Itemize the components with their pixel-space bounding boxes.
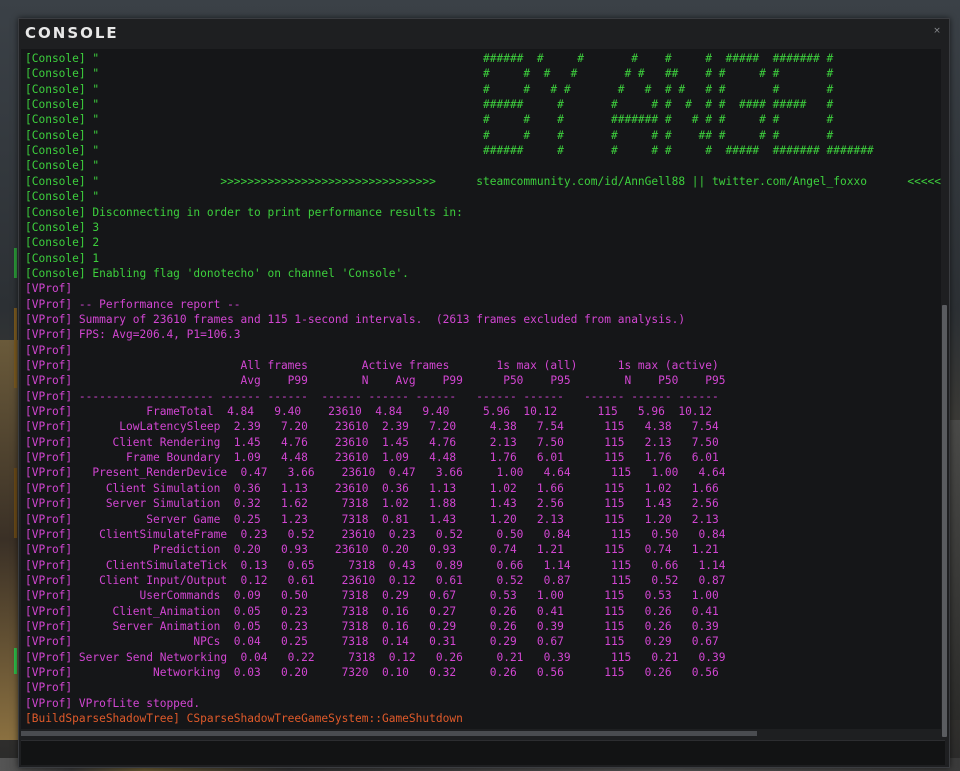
console-line: [Console] " ###### # # # # # # # #### ##… xyxy=(25,98,834,112)
console-line: [Console] " xyxy=(25,159,100,173)
console-line: [Console] 1 xyxy=(25,251,100,265)
horizontal-scrollbar[interactable] xyxy=(21,731,757,736)
console-line: [VProf] Client Input/Output 0.12 0.61 23… xyxy=(25,573,726,587)
console-line: [VProf] xyxy=(25,681,73,695)
console-line: [VProf] -------------------- ------ ----… xyxy=(25,389,719,403)
console-line: [Console] " ###### # # # # # ##### #####… xyxy=(25,52,834,65)
console-line: [VProf] Client Rendering 1.45 4.76 23610… xyxy=(25,435,719,449)
console-line: [VProf] FrameTotal 4.84 9.40 23610 4.84 … xyxy=(25,405,713,419)
console-line: [VProf] Server Animation 0.05 0.23 7318 … xyxy=(25,619,719,633)
console-line: [VProf] Summary of 23610 frames and 115 … xyxy=(25,312,686,326)
console-line: [Console] " >>>>>>>>>>>>>>>>>>>>>>>>>>>>… xyxy=(25,174,941,188)
console-title: CONSOLE xyxy=(25,24,119,42)
console-line: [Console] Enabling flag 'donotecho' on c… xyxy=(25,266,409,280)
console-line: [Console] 3 xyxy=(25,220,100,234)
vertical-scrollbar[interactable] xyxy=(942,305,947,737)
background-edge-marks xyxy=(14,248,17,688)
close-icon[interactable]: × xyxy=(931,25,943,37)
command-input-row xyxy=(21,740,945,765)
console-line: [VProf] Networking 0.03 0.20 7320 0.10 0… xyxy=(25,666,719,679)
console-line: [Console] " # # # # # # ## # # # # # xyxy=(25,67,834,81)
console-line: [Console] " # # # # # # # # # # # # xyxy=(25,82,834,96)
console-titlebar[interactable]: CONSOLE × xyxy=(19,19,949,47)
console-line: [BuildSparseShadowTree] CSparseShadowTre… xyxy=(25,712,463,726)
console-line: [VProf] Prediction 0.20 0.93 23610 0.20 … xyxy=(25,543,719,557)
console-line: [VProf] xyxy=(25,343,73,357)
console-line: [VProf] Server Game 0.25 1.23 7318 0.81 … xyxy=(25,512,719,526)
console-line: [Console] " ###### # # # # # ##### #####… xyxy=(25,144,874,158)
console-line: [VProf] ClientSimulateTick 0.13 0.65 731… xyxy=(25,558,726,572)
console-line: [VProf] xyxy=(25,282,73,296)
console-output[interactable]: [Console] " ###### # # # # # ##### #####… xyxy=(21,49,941,729)
console-line: [VProf] FPS: Avg=206.4, P1=106.3 xyxy=(25,328,241,342)
console-line: [VProf] NPCs 0.04 0.25 7318 0.14 0.31 0.… xyxy=(25,635,719,649)
command-input[interactable] xyxy=(21,741,945,765)
console-line: [VProf] Present_RenderDevice 0.47 3.66 2… xyxy=(25,466,726,480)
console-line: [Console] " # # # ####### # # # # # # # xyxy=(25,113,834,127)
console-line: [VProf] Frame Boundary 1.09 4.48 23610 1… xyxy=(25,451,719,465)
console-line: [Console] " xyxy=(25,190,100,204)
console-line: [Console] 2 xyxy=(25,236,100,250)
console-line: [VProf] Avg P99 N Avg P99 P50 P95 N P50 … xyxy=(25,374,726,388)
console-line: [VProf] Client_Animation 0.05 0.23 7318 … xyxy=(25,604,719,618)
console-line: [VProf] VProfLite stopped. xyxy=(25,696,201,710)
console-line: [VProf] -- Performance report -- xyxy=(25,297,241,311)
console-window: CONSOLE × [Console] " ###### # # # # # #… xyxy=(18,18,950,768)
console-line: [VProf] LowLatencySleep 2.39 7.20 23610 … xyxy=(25,420,719,434)
console-line: [VProf] All frames Active frames 1s max … xyxy=(25,359,719,372)
console-line: [Console] " # # # # # # ## # # # # xyxy=(25,128,834,142)
console-line: [Console] Disconnecting in order to prin… xyxy=(25,205,463,219)
console-line: [VProf] ClientSimulateFrame 0.23 0.52 23… xyxy=(25,527,726,541)
console-line: [VProf] Client Simulation 0.36 1.13 2361… xyxy=(25,481,719,495)
console-line: [VProf] Server Send Networking 0.04 0.22… xyxy=(25,650,726,664)
console-line: [VProf] UserCommands 0.09 0.50 7318 0.29… xyxy=(25,589,719,603)
console-line: [VProf] Server Simulation 0.32 1.62 7318… xyxy=(25,497,719,511)
